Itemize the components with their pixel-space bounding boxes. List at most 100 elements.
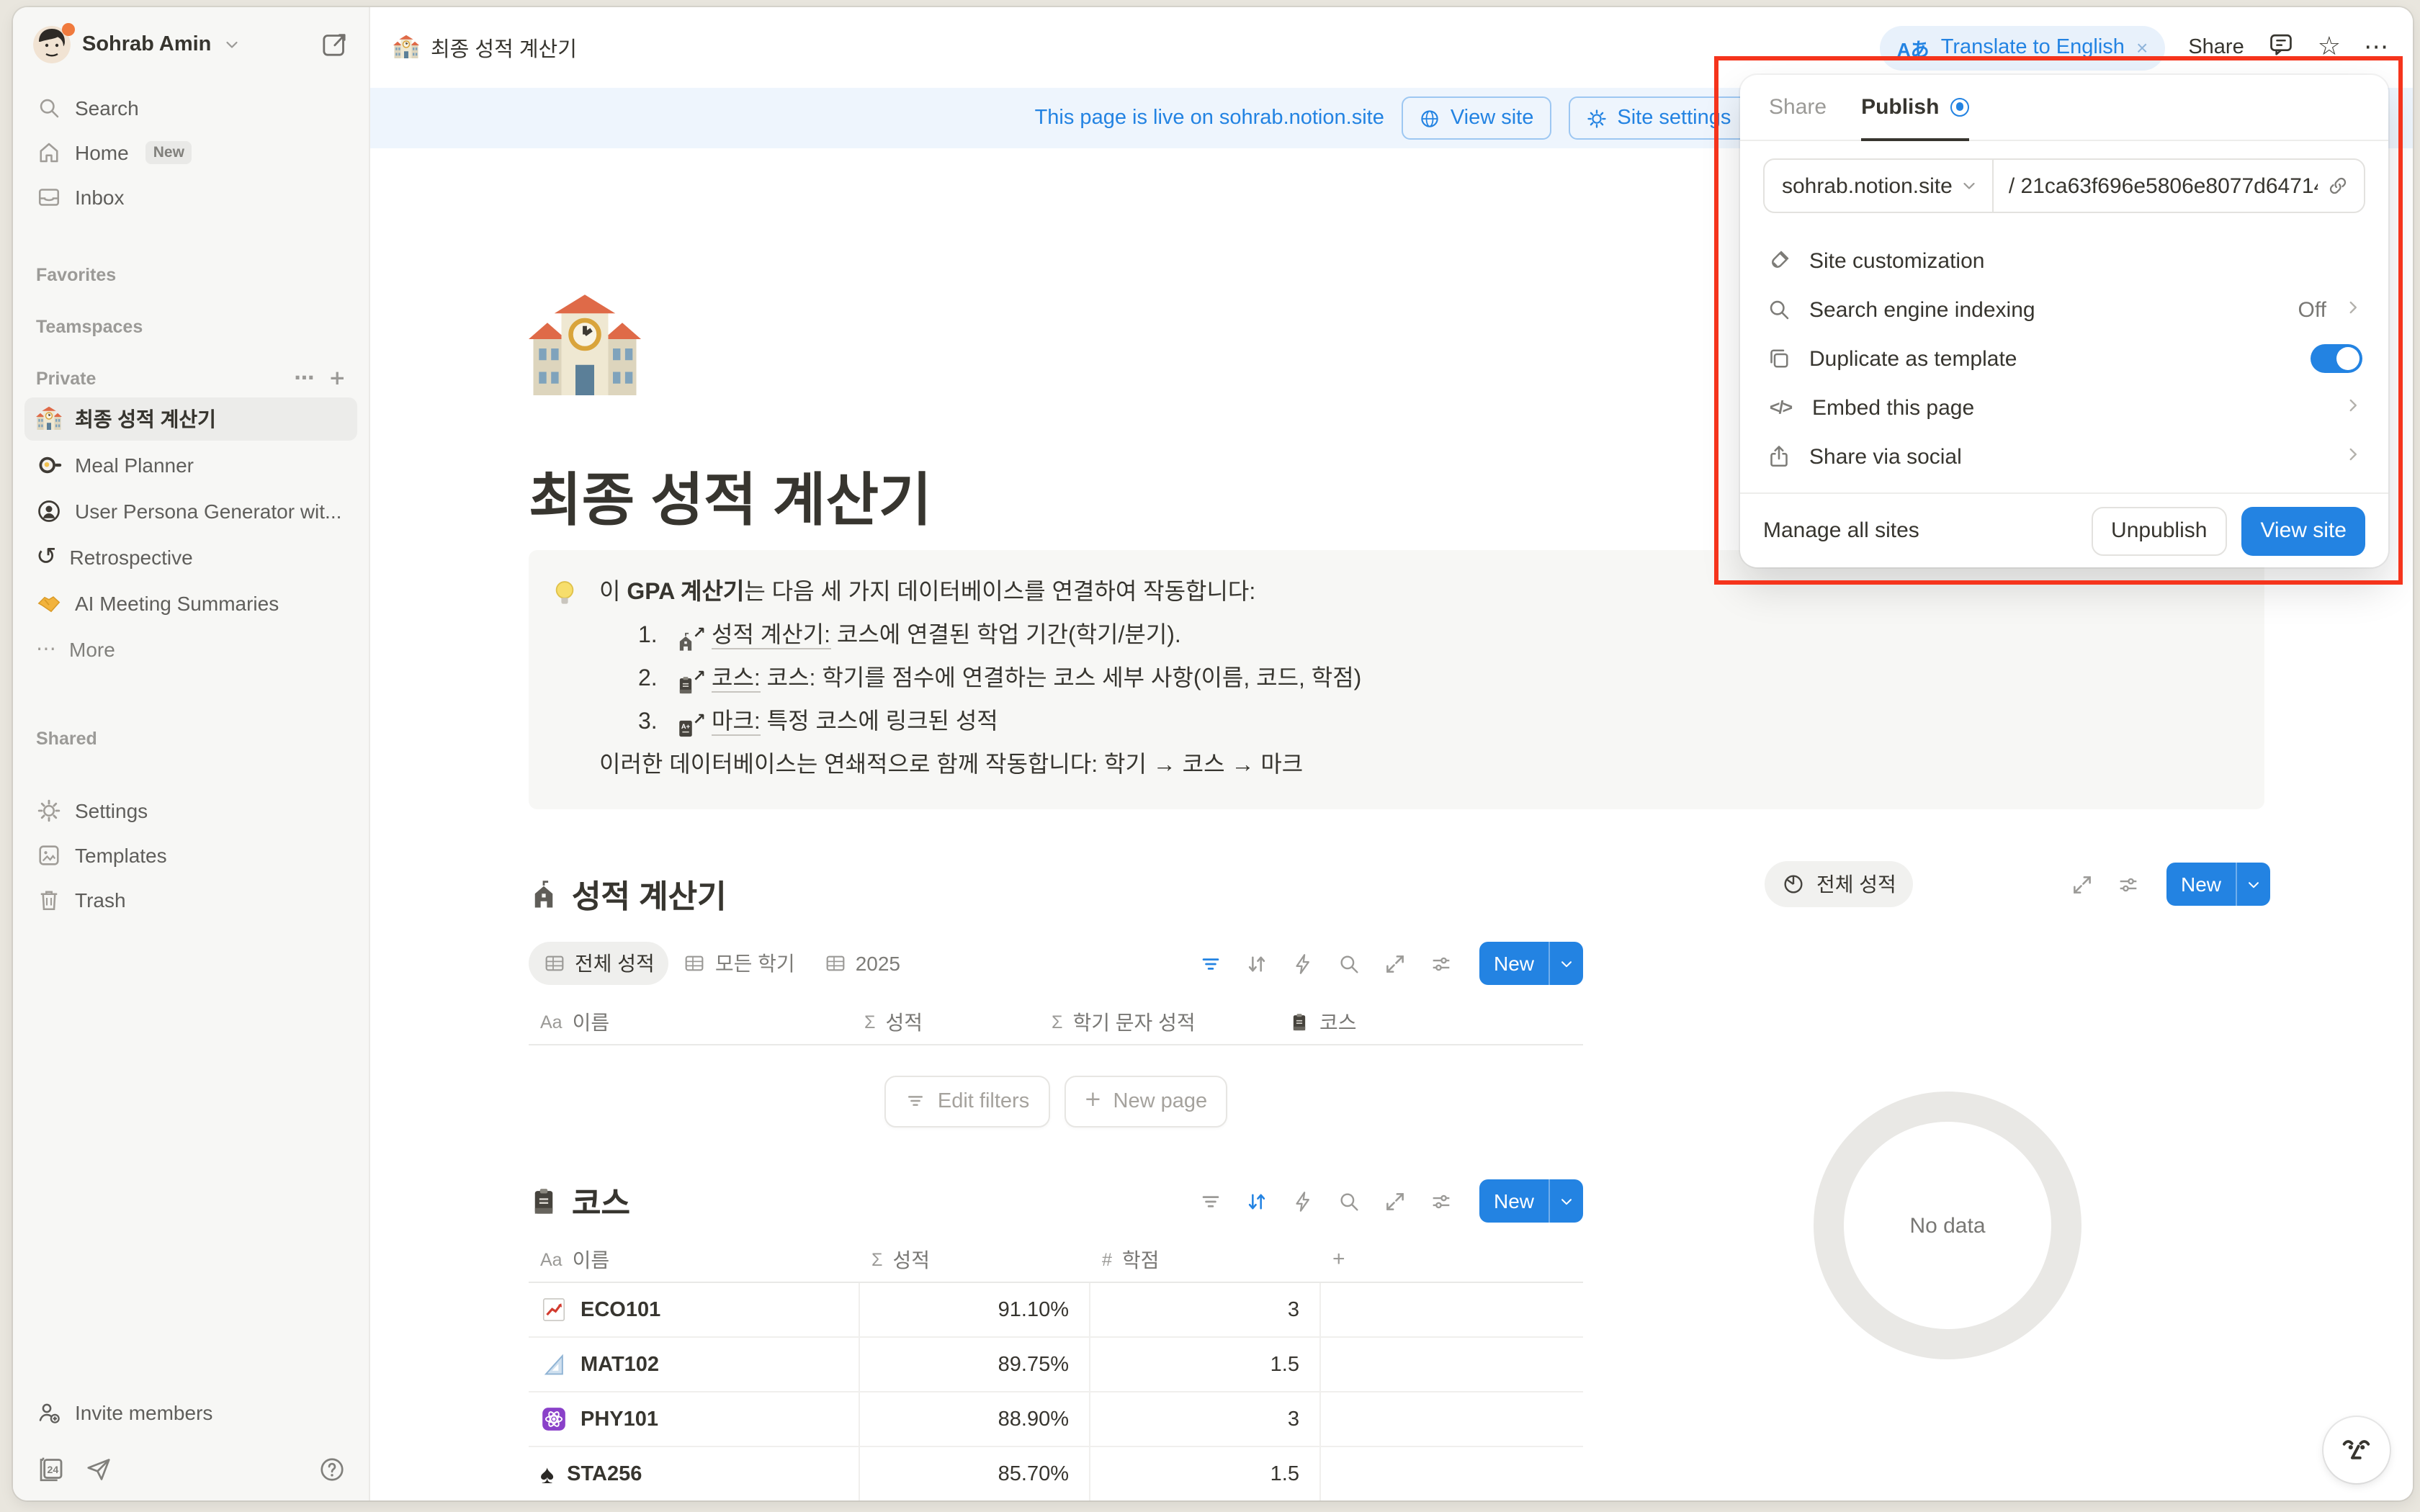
frying-pan-icon	[36, 452, 62, 478]
sort-icon[interactable]	[1245, 951, 1269, 976]
view-site-button[interactable]: View site	[2241, 506, 2365, 555]
chart-new-button[interactable]: New	[2166, 863, 2270, 906]
expand-icon[interactable]	[1383, 1189, 1407, 1213]
sidebar-item-retrospective[interactable]: ↺ Retrospective	[24, 536, 357, 579]
automation-icon[interactable]	[1291, 951, 1315, 976]
embed-this-page-row[interactable]: </> Embed this page	[1740, 383, 2388, 432]
star-icon[interactable]: ☆	[2318, 35, 2341, 60]
help-icon[interactable]	[318, 1455, 346, 1482]
search-icon[interactable]	[1337, 951, 1361, 976]
tab-publish[interactable]: Publish	[1861, 76, 1969, 140]
settings-sliders-icon[interactable]	[1429, 951, 1453, 976]
filter-icon[interactable]	[1198, 1189, 1223, 1213]
column-header-name[interactable]: Aa이름	[529, 1007, 853, 1036]
section-private[interactable]: Private ⋯ +	[13, 361, 369, 396]
settings-sliders-icon[interactable]	[1429, 1189, 1453, 1213]
banner-view-site-button[interactable]: View site	[1402, 96, 1551, 140]
table-view-icon	[824, 952, 847, 975]
manage-all-sites-link[interactable]: Manage all sites	[1763, 518, 2076, 543]
new-page-button[interactable]: + New page	[1064, 1075, 1227, 1127]
tab-share[interactable]: Share	[1769, 75, 1827, 140]
table-row[interactable]: MAT102 89.75% 1.5	[529, 1338, 1583, 1392]
code-icon: </>	[1766, 397, 1795, 418]
filter-icon[interactable]	[1198, 951, 1223, 976]
grades-new-button[interactable]: New	[1479, 942, 1583, 985]
sidebar-item-meal-planner[interactable]: Meal Planner	[24, 444, 357, 487]
courses-table-header: Aa이름 Σ성적 #학점 +	[529, 1237, 1583, 1283]
marks-db-link[interactable]: 마크:	[712, 710, 761, 736]
unpublish-button[interactable]: Unpublish	[2091, 506, 2227, 555]
settings-sliders-icon[interactable]	[2116, 872, 2141, 896]
comment-icon[interactable]	[2267, 30, 2295, 65]
courses-toolbar: New	[1198, 1179, 1583, 1223]
view-tab-2025[interactable]: 2025	[810, 942, 915, 985]
view-tab-all-grades[interactable]: 전체 성적	[529, 942, 669, 985]
translate-icon: Aあ	[1897, 34, 1930, 61]
domain-select[interactable]: sohrab.notion.site	[1765, 160, 1994, 212]
courses-db-title[interactable]: 코스	[572, 1178, 630, 1224]
grades-db-title[interactable]: 성적 계산기	[572, 871, 727, 917]
close-icon[interactable]: ×	[2136, 36, 2148, 59]
sidebar-item-templates[interactable]: Templates	[24, 834, 357, 877]
workspace-switcher[interactable]: Sohrab Amin	[13, 13, 369, 76]
send-icon[interactable]	[85, 1455, 112, 1482]
section-shared[interactable]: Shared	[13, 721, 369, 756]
chevron-down-icon[interactable]	[2236, 863, 2270, 906]
sidebar-item-inbox[interactable]: Inbox	[24, 176, 357, 219]
sidebar-item-more[interactable]: ⋯ More	[24, 628, 357, 671]
invite-members-button[interactable]: Invite members	[13, 1388, 369, 1437]
share-via-social-row[interactable]: Share via social	[1740, 432, 2388, 481]
column-header-letter-grade[interactable]: Σ학기 문자 성적	[1040, 1007, 1278, 1036]
view-tab-all-terms[interactable]: 모든 학기	[669, 942, 810, 985]
share-button[interactable]: Share	[2188, 36, 2244, 59]
page-path-input[interactable]: / 21ca63f696e5806e8077d64714a...	[2009, 174, 2318, 198]
sidebar-item-settings[interactable]: Settings	[24, 789, 357, 832]
more-icon[interactable]: ⋯	[295, 369, 315, 389]
copy-link-icon[interactable]	[2326, 174, 2349, 197]
sidebar-item-search[interactable]: Search	[24, 86, 357, 130]
calendar-icon[interactable]	[36, 1454, 65, 1483]
expand-icon[interactable]	[2070, 872, 2094, 896]
sidebar-item-ai-meeting-summaries[interactable]: AI Meeting Summaries	[24, 582, 357, 625]
add-column-button[interactable]: +	[1321, 1247, 1583, 1272]
breadcrumb[interactable]: 최종 성적 계산기	[393, 32, 577, 63]
notion-ai-button[interactable]	[2323, 1417, 2390, 1483]
section-favorites[interactable]: Favorites	[13, 258, 369, 292]
chevron-down-icon[interactable]	[1549, 942, 1583, 985]
sidebar-item-grade-calculator[interactable]: 최종 성적 계산기	[24, 397, 357, 441]
courses-db-link[interactable]: 코스:	[712, 667, 761, 693]
duplicate-toggle-on[interactable]	[2311, 344, 2362, 373]
section-teamspaces[interactable]: Teamspaces	[13, 310, 369, 344]
edit-filters-button[interactable]: Edit filters	[884, 1075, 1049, 1127]
more-menu-icon[interactable]: ⋯	[2364, 35, 2390, 60]
paintbrush-icon	[1766, 248, 1792, 274]
table-row[interactable]: ♠STA256 85.70% 1.5	[529, 1447, 1583, 1500]
ai-face-icon	[2338, 1431, 2375, 1469]
expand-icon[interactable]	[1383, 951, 1407, 976]
search-icon[interactable]	[1337, 1189, 1361, 1213]
table-row[interactable]: ECO101 91.10% 3	[529, 1283, 1583, 1338]
courses-new-button[interactable]: New	[1479, 1179, 1583, 1223]
sidebar-item-user-persona[interactable]: User Persona Generator wit...	[24, 490, 357, 533]
banner-site-settings-button[interactable]: Site settings	[1568, 96, 1748, 140]
column-header-credits[interactable]: #학점	[1090, 1245, 1321, 1274]
chevron-down-icon[interactable]	[1549, 1179, 1583, 1223]
table-row[interactable]: PHY101 88.90% 3	[529, 1392, 1583, 1447]
sidebar-item-home[interactable]: Home New	[24, 131, 357, 174]
column-header-course[interactable]: 코스	[1278, 1007, 1583, 1036]
search-engine-indexing-row[interactable]: Search engine indexing Off	[1740, 285, 2388, 334]
column-header-grade[interactable]: Σ성적	[853, 1007, 1040, 1036]
chart-view-tab[interactable]: 전체 성적	[1765, 861, 1914, 907]
automation-icon[interactable]	[1291, 1189, 1315, 1213]
translate-pill[interactable]: Aあ Translate to English ×	[1880, 25, 2165, 70]
plus-icon[interactable]: +	[329, 369, 346, 389]
compose-button[interactable]	[320, 30, 349, 59]
site-customization-row[interactable]: Site customization	[1740, 236, 2388, 285]
chevron-right-icon	[2344, 297, 2362, 322]
grade-chart-widget: 전체 성적 New No data	[1765, 861, 2270, 1359]
sidebar-item-trash[interactable]: Trash	[24, 878, 357, 922]
sort-icon[interactable]	[1245, 1189, 1269, 1213]
grades-db-link[interactable]: 성적 계산기:	[712, 624, 830, 649]
column-header-name[interactable]: Aa이름	[529, 1245, 860, 1274]
column-header-grade[interactable]: Σ성적	[860, 1245, 1090, 1274]
